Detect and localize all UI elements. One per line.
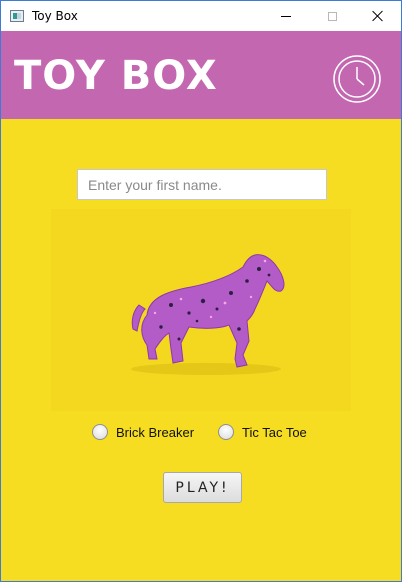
app-icon [10,10,24,22]
close-icon [372,10,384,22]
first-name-input[interactable] [77,169,327,200]
toy-horse-image [51,209,351,411]
radio-tic-tac-toe[interactable]: Tic Tac Toe [218,422,307,442]
minimize-icon [281,15,291,17]
maximize-button[interactable] [309,1,355,31]
app-title: TOY BOX [14,53,218,99]
app-window: Toy Box TOY BOX Enter your first name. B… [0,0,402,582]
minimize-button[interactable] [263,1,309,31]
radio-button-icon[interactable] [218,424,234,440]
radio-brick-breaker[interactable]: Brick Breaker [92,422,194,442]
app-header: TOY BOX [1,31,401,119]
window-title: Toy Box [32,9,78,23]
radio-brick-breaker-label: Brick Breaker [116,424,195,440]
maximize-icon [327,11,337,21]
close-button[interactable] [355,1,401,31]
radio-button-icon[interactable] [92,424,108,440]
play-button[interactable]: PLAY! [163,472,242,503]
clock-icon[interactable] [332,54,382,104]
title-bar[interactable]: Toy Box [1,1,401,31]
radio-tic-tac-toe-label: Tic Tac Toe [242,424,307,440]
